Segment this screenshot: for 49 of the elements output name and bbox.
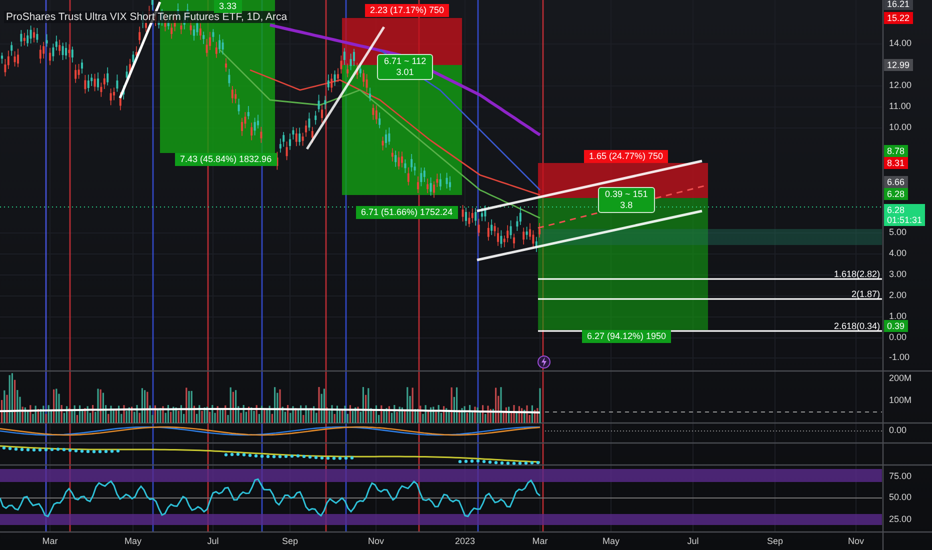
fib-level-label: 2(1.87) — [851, 289, 880, 300]
trade-label: 1.65 (24.77%) 750 — [584, 150, 668, 163]
price-tick: 10.00 — [889, 122, 912, 133]
trade-label: 6.71 ~ 112 3.01 — [377, 54, 434, 80]
time-tick: Nov — [848, 536, 864, 546]
price-tag: 16.21 — [884, 0, 913, 10]
fib-level-label: 1.618(2.82) — [834, 269, 880, 280]
price-tag: 12.99 — [884, 59, 913, 71]
rsi-tick: 50.00 — [889, 492, 912, 503]
volume-tick: 100M — [889, 395, 912, 406]
trade-label: 6.71 (51.66%) 1752.24 — [356, 206, 458, 219]
price-tag: 6.28 01:51:31 — [884, 204, 926, 226]
price-tag: 6.28 — [884, 188, 908, 200]
price-tag: 8.31 — [884, 157, 908, 169]
trade-label: 0.39 ~ 151 3.8 — [598, 187, 655, 213]
trade-label: 7.43 (45.84%) 1832.96 — [175, 153, 277, 166]
price-tag: 8.78 — [884, 145, 908, 157]
rsi-tick: 75.00 — [889, 471, 912, 482]
price-tick: 12.00 — [889, 80, 912, 91]
price-tick: 5.00 — [889, 227, 907, 238]
price-tick: -1.00 — [889, 352, 910, 363]
time-tick: Jul — [687, 536, 699, 546]
price-tick: 1.00 — [889, 311, 907, 322]
time-tick: Jul — [207, 536, 219, 546]
trade-label: 6.27 (94.12%) 1950 — [582, 330, 672, 343]
price-tick: 14.00 — [889, 38, 912, 49]
time-tick: 2023 — [454, 536, 476, 546]
price-tag: 0.39 — [884, 320, 908, 332]
time-tick: Nov — [368, 536, 384, 546]
price-tag: 15.22 — [884, 12, 913, 24]
price-tag: 6.66 — [884, 176, 908, 188]
trade-label: 2.23 (17.17%) 750 — [365, 4, 450, 17]
time-tick: Mar — [42, 536, 58, 546]
time-tick: May — [124, 536, 142, 546]
price-tick: 2.00 — [889, 290, 907, 301]
fib-level-label: 2.618(0.34) — [834, 321, 880, 332]
price-tick: 3.00 — [889, 269, 907, 280]
trade-label: 3.33 — [214, 0, 242, 13]
price-tick: 4.00 — [889, 248, 907, 259]
rsi-tick: 25.00 — [889, 514, 912, 525]
price-tick: 0.00 — [889, 332, 907, 343]
time-tick: Sep — [282, 536, 298, 546]
time-tick: Mar — [532, 536, 548, 546]
volume-tick: 200M — [889, 373, 912, 384]
macd-tick: 0.00 — [889, 425, 907, 436]
time-tick: Sep — [767, 536, 783, 546]
chart-title: ProShares Trust Ultra VIX Short Term Futures ETF, 1D, Arca — [4, 11, 290, 23]
time-tick: May — [602, 536, 620, 546]
price-tick: 11.00 — [889, 101, 911, 112]
